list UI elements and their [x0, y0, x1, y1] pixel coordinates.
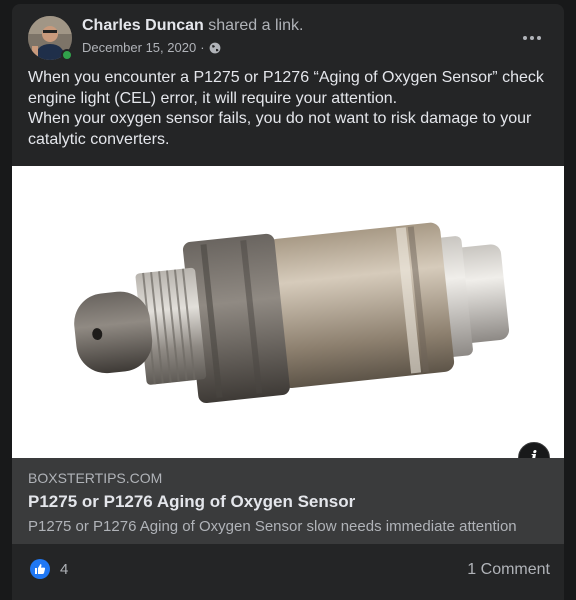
thumbs-up-icon[interactable] — [30, 559, 50, 579]
author-line: Charles Duncan shared a link. — [82, 17, 303, 35]
link-preview[interactable]: BOXSTERTIPS.COM P1275 or P1276 Aging of … — [12, 458, 564, 544]
like-count[interactable]: 4 — [60, 561, 68, 578]
oxygen-sensor-photo — [74, 222, 510, 404]
more-options-icon[interactable] — [518, 30, 546, 46]
comment-count[interactable]: 1 Comment — [467, 561, 550, 579]
link-description: P1275 or P1276 Aging of Oxygen Sensor sl… — [28, 518, 517, 535]
post-header: Charles Duncan shared a link. December 1… — [28, 16, 548, 62]
online-status-dot — [61, 49, 73, 61]
post-text-paragraph: When you encounter a P1275 or P1276 “Agi… — [28, 69, 544, 107]
meta-separator: · — [200, 40, 205, 55]
link-image[interactable] — [12, 166, 564, 458]
post-card: Charles Duncan shared a link. December 1… — [12, 4, 564, 600]
author-name[interactable]: Charles Duncan — [82, 17, 204, 34]
post-text-paragraph: When your oxygen sensor fails, you do no… — [28, 110, 532, 148]
reactions-bar: 4 1 Comment — [28, 556, 550, 584]
globe-icon — [209, 42, 221, 54]
post-text: When you encounter a P1275 or P1276 “Agi… — [28, 68, 550, 150]
post-date[interactable]: December 15, 2020 — [82, 40, 196, 55]
link-title[interactable]: P1275 or P1276 Aging of Oxygen Sensor — [28, 492, 355, 512]
link-domain: BOXSTERTIPS.COM — [28, 470, 163, 486]
post-meta: December 15, 2020 · — [82, 40, 221, 55]
post-action: shared a link. — [208, 17, 304, 34]
